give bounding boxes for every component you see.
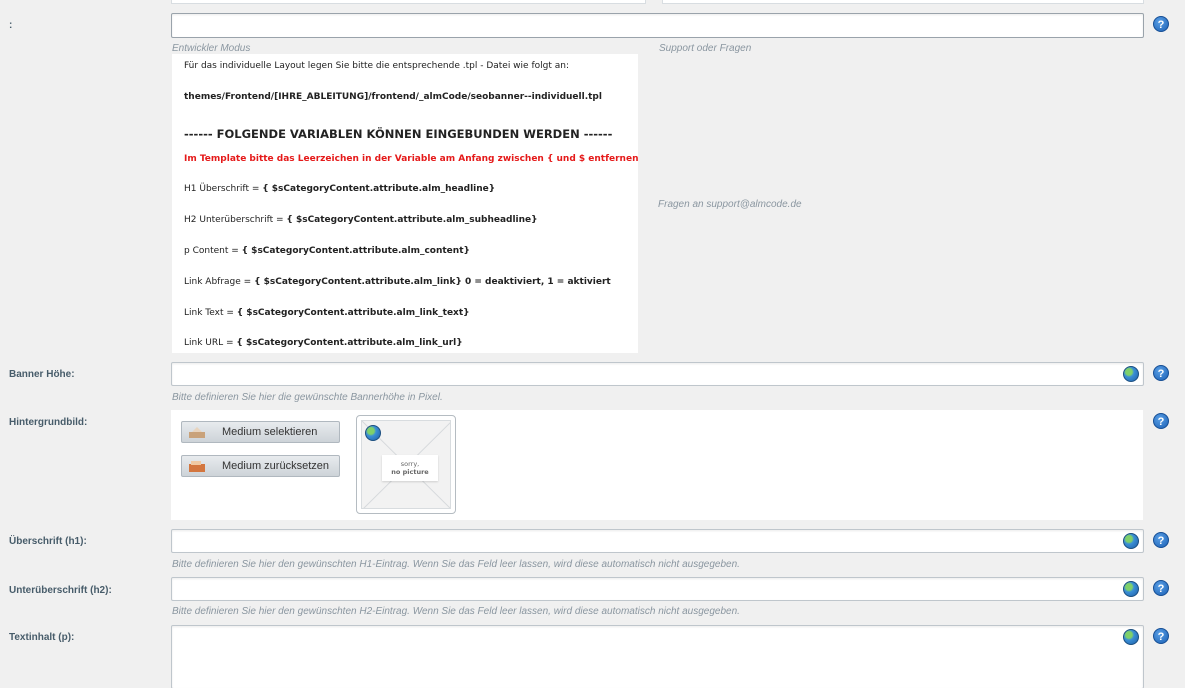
translation-globe-icon[interactable] bbox=[1123, 581, 1139, 597]
reset-media-label: Medium zurücksetzen bbox=[222, 460, 329, 472]
text-content-textarea[interactable] bbox=[171, 625, 1144, 688]
help-icon[interactable]: ? bbox=[1153, 628, 1169, 644]
info-var-link-text: Link Text = { $sCategoryContent.attribut… bbox=[184, 308, 470, 318]
subheadline-hint: Bitte definieren Sie hier den gewünschte… bbox=[172, 606, 740, 617]
help-icon[interactable]: ? bbox=[1153, 16, 1169, 32]
info-intro-text: Für das individuelle Layout legen Sie bi… bbox=[184, 61, 569, 71]
banner-height-input[interactable] bbox=[171, 362, 1144, 386]
translation-globe-icon[interactable] bbox=[1123, 366, 1139, 382]
subheadline-label: Unterüberschrift (h2): bbox=[9, 585, 112, 596]
previous-field-left bbox=[171, 0, 646, 4]
help-icon[interactable]: ? bbox=[1153, 532, 1169, 548]
headline-input[interactable] bbox=[171, 529, 1144, 553]
developer-mode-hint: Entwickler Modus bbox=[172, 43, 251, 54]
media-icon bbox=[189, 427, 205, 438]
help-icon[interactable]: ? bbox=[1153, 413, 1169, 429]
info-template-path: themes/Frontend/[IHRE_ABLEITUNG]/fronten… bbox=[184, 92, 602, 102]
reset-media-button[interactable]: Medium zurücksetzen bbox=[181, 455, 340, 477]
subheadline-input[interactable] bbox=[171, 577, 1144, 601]
support-hint: Support oder Fragen bbox=[659, 43, 752, 54]
background-image-label: Hintergrundbild: bbox=[9, 417, 88, 428]
banner-height-hint: Bitte definieren Sie hier die gewünschte… bbox=[172, 392, 443, 403]
previous-field-right bbox=[662, 0, 1144, 4]
developer-mode-label: : bbox=[9, 20, 13, 31]
translation-globe-icon[interactable] bbox=[365, 425, 381, 441]
headline-hint: Bitte definieren Sie hier den gewünschte… bbox=[172, 559, 740, 570]
info-var-link-url: Link URL = { $sCategoryContent.attribute… bbox=[184, 338, 463, 348]
info-var-h2: H2 Unterüberschrift = { $sCategoryConten… bbox=[184, 215, 538, 225]
translation-globe-icon[interactable] bbox=[1123, 629, 1139, 645]
help-icon[interactable]: ? bbox=[1153, 365, 1169, 381]
info-var-link: Link Abfrage = { $sCategoryContent.attri… bbox=[184, 277, 611, 287]
select-media-label: Medium selektieren bbox=[222, 426, 318, 438]
help-icon[interactable]: ? bbox=[1153, 580, 1169, 596]
banner-height-label: Banner Höhe: bbox=[9, 369, 75, 380]
translation-globe-icon[interactable] bbox=[1123, 533, 1139, 549]
text-content-label: Textinhalt (p): bbox=[9, 632, 75, 643]
support-email-text: Fragen an support@almcode.de bbox=[658, 199, 802, 210]
info-var-h1: H1 Überschrift = { $sCategoryContent.att… bbox=[184, 184, 496, 194]
info-warning: Im Template bitte das Leerzeichen in der… bbox=[184, 154, 638, 164]
no-picture-text: sorry, no picture bbox=[382, 455, 438, 481]
info-variables-heading: ------ FOLGENDE VARIABLEN KÖNNEN EINGEBU… bbox=[184, 127, 613, 141]
template-info-box: Für das individuelle Layout legen Sie bi… bbox=[172, 54, 638, 353]
select-media-button[interactable]: Medium selektieren bbox=[181, 421, 340, 443]
developer-mode-input[interactable] bbox=[171, 13, 1144, 38]
media-panel: Medium selektieren Medium zurücksetzen s… bbox=[171, 410, 1143, 520]
info-var-content: p Content = { $sCategoryContent.attribut… bbox=[184, 246, 470, 256]
media-reset-icon bbox=[189, 461, 205, 472]
headline-label: Überschrift (h1): bbox=[9, 536, 87, 547]
